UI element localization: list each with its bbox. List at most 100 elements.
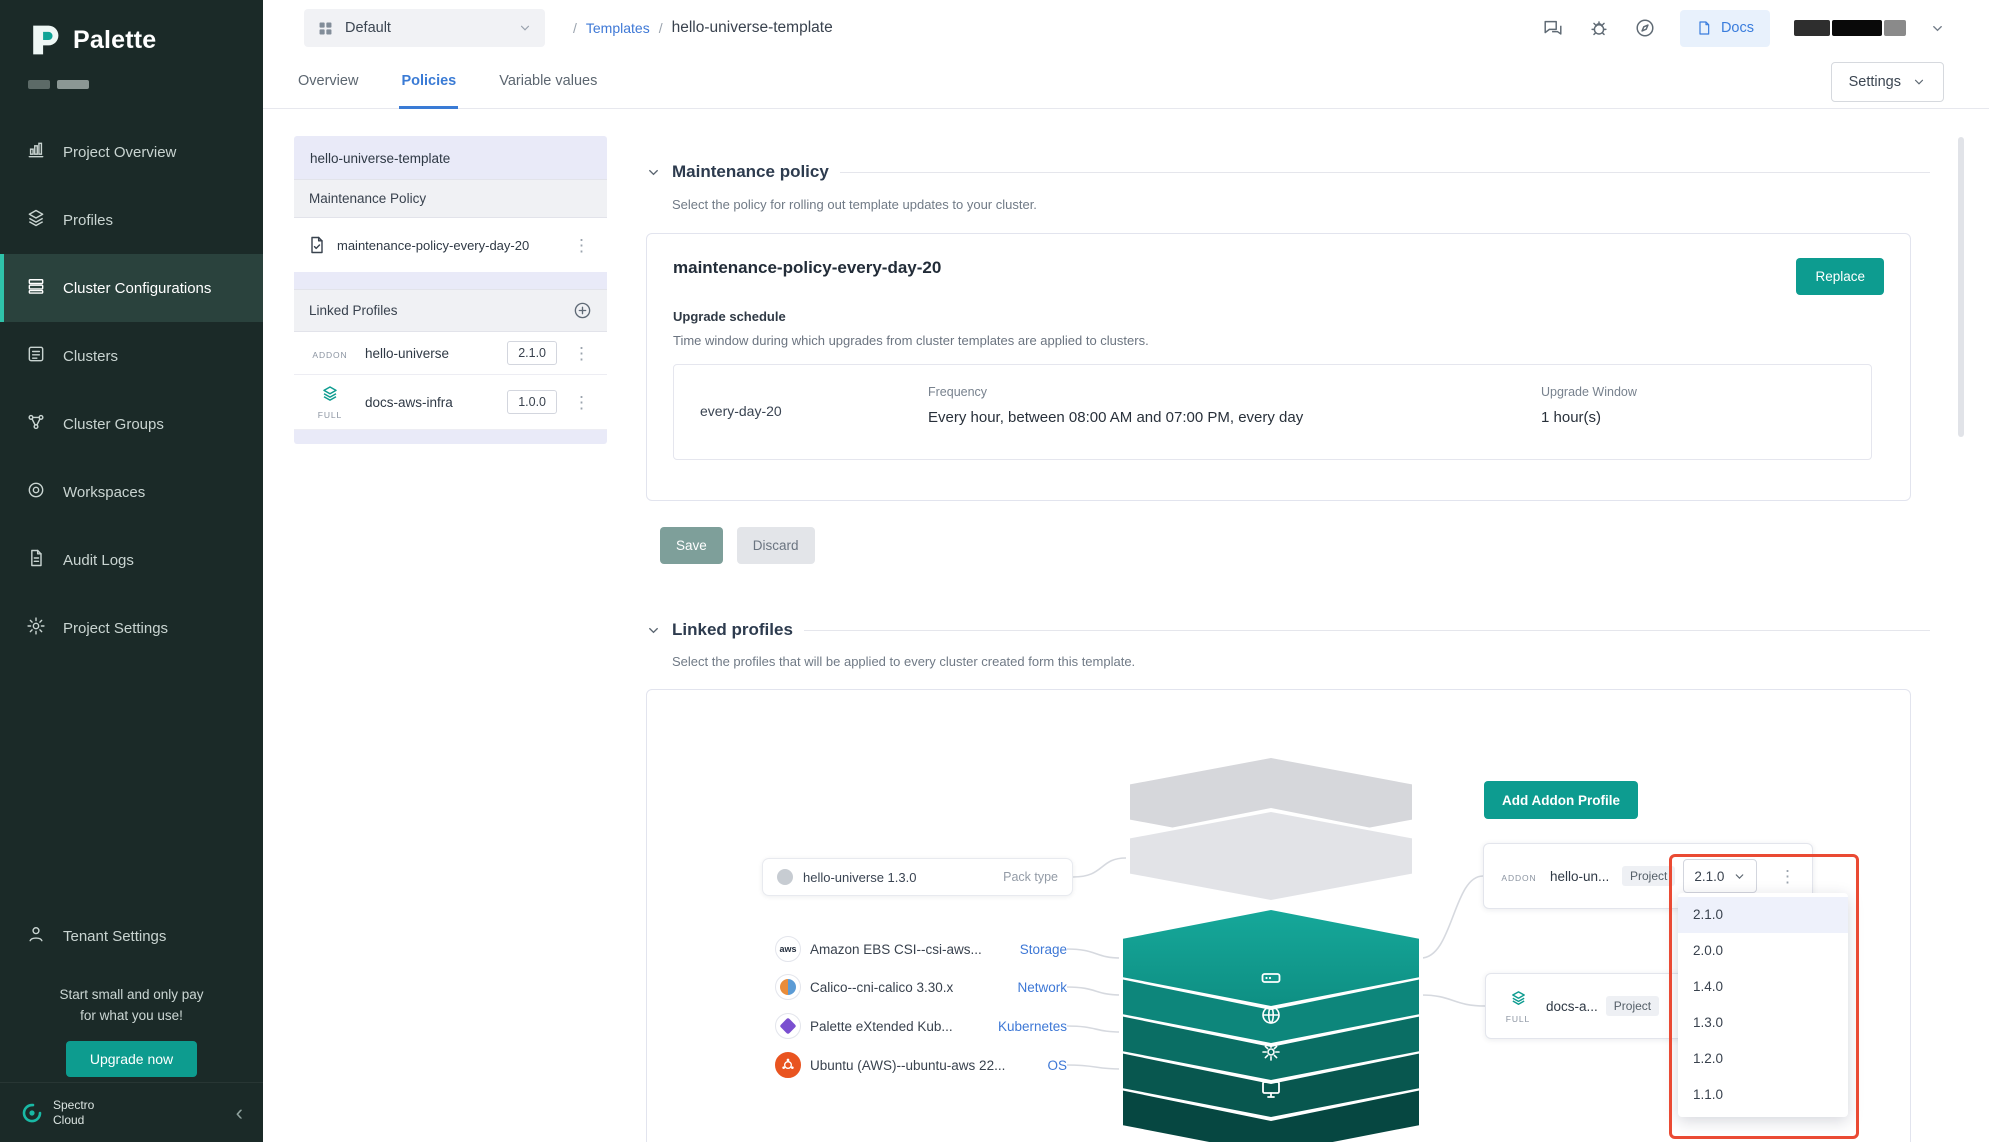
- pack-layer-link[interactable]: Network: [1017, 980, 1067, 995]
- compass-icon[interactable]: [1634, 17, 1656, 39]
- version-option[interactable]: 2.0.0: [1678, 933, 1848, 969]
- replace-button[interactable]: Replace: [1796, 258, 1884, 295]
- pack-name: Ubuntu (AWS)--ubuntu-aws 22...: [810, 1058, 1038, 1073]
- linked-profile-row-addon[interactable]: ADDON hello-universe 2.1.0 ⋮: [294, 332, 607, 375]
- top-bar: Default / Templates / hello-universe-tem…: [263, 0, 1989, 56]
- tab-overview[interactable]: Overview: [296, 56, 360, 109]
- chat-icon[interactable]: [1542, 17, 1564, 39]
- sidebar-item-cluster-configurations[interactable]: Cluster Configurations: [0, 254, 263, 322]
- sidebar-item-clusters[interactable]: Clusters: [0, 322, 263, 390]
- maintenance-policy-item-label: maintenance-policy-every-day-20: [337, 238, 529, 253]
- version-option[interactable]: 1.3.0: [1678, 1005, 1848, 1041]
- linked-profiles-card: hello-universe 1.3.0 Pack type aws Amazo…: [646, 689, 1911, 1142]
- monitor-icon: [1259, 1077, 1283, 1101]
- settings-button-label: Settings: [1849, 74, 1901, 90]
- profile-name: hello-universe: [365, 346, 495, 361]
- version-option[interactable]: 1.2.0: [1678, 1041, 1848, 1077]
- kubernetes-wheel-icon: [1259, 1040, 1283, 1064]
- docs-button-label: Docs: [1721, 20, 1754, 36]
- version-option[interactable]: 1.4.0: [1678, 969, 1848, 1005]
- aws-icon-label: aws: [779, 944, 796, 954]
- version-option[interactable]: 2.1.0: [1678, 897, 1848, 933]
- breadcrumb-link-templates[interactable]: Templates: [586, 20, 650, 36]
- sidebar-item-project-overview[interactable]: Project Overview: [0, 118, 263, 186]
- sidebar-item-label: Project Overview: [63, 144, 176, 161]
- sidebar-item-workspaces[interactable]: Workspaces: [0, 458, 263, 526]
- maintenance-section-header: Maintenance policy: [646, 162, 1930, 182]
- kebab-menu-icon[interactable]: ⋮: [569, 345, 594, 362]
- version-dropdown: 2.1.0 2.0.0 1.4.0 1.3.0 1.2.0 1.1.0: [1678, 893, 1848, 1117]
- linked-profile-row-full[interactable]: FULL docs-aws-infra 1.0.0 ⋮: [294, 375, 607, 430]
- version-chip[interactable]: 2.1.0: [507, 341, 557, 365]
- sidebar-footer: Spectro Cloud ‹: [0, 1082, 263, 1142]
- discard-button[interactable]: Discard: [737, 527, 815, 564]
- maintenance-policy-card: maintenance-policy-every-day-20 Replace …: [646, 233, 1911, 501]
- collapse-chevron-icon[interactable]: [646, 623, 661, 638]
- add-profile-plus-icon[interactable]: [573, 301, 592, 320]
- sidebar-nav: Project Overview Profiles Cluster Config…: [0, 118, 263, 662]
- docs-button[interactable]: Docs: [1680, 10, 1770, 47]
- breadcrumb-separator: /: [659, 20, 663, 36]
- scope-badge: Project: [1622, 866, 1675, 886]
- section-subtitle: Select the profiles that will be applied…: [672, 654, 1135, 669]
- globe-icon: [1259, 1003, 1283, 1027]
- panel-gap: [294, 272, 607, 289]
- chevron-down-icon: [1912, 75, 1926, 89]
- sidebar-item-cluster-groups[interactable]: Cluster Groups: [0, 390, 263, 458]
- kebab-menu-icon[interactable]: ⋮: [569, 237, 594, 254]
- save-button[interactable]: Save: [660, 527, 723, 564]
- upgrade-now-button[interactable]: Upgrade now: [66, 1041, 197, 1077]
- bug-icon[interactable]: [1588, 17, 1610, 39]
- pack-name: Amazon EBS CSI--csi-aws...: [810, 942, 1011, 957]
- pack-row-os[interactable]: Ubuntu (AWS)--ubuntu-aws 22... OS: [775, 1049, 1067, 1081]
- breadcrumb: / Templates / hello-universe-template: [573, 19, 833, 37]
- maintenance-policy-item[interactable]: maintenance-policy-every-day-20 ⋮: [294, 218, 607, 272]
- pack-row-network[interactable]: Calico--cni-calico 3.30.x Network: [775, 971, 1067, 1003]
- pack-layer-link[interactable]: OS: [1047, 1058, 1067, 1073]
- version-chip[interactable]: 1.0.0: [507, 390, 557, 414]
- add-addon-profile-button[interactable]: Add Addon Profile: [1484, 781, 1638, 819]
- full-profile-card[interactable]: FULL docs-a... Project: [1485, 973, 1690, 1039]
- pack-layer-link[interactable]: Storage: [1020, 942, 1067, 957]
- collapse-sidebar-icon[interactable]: ‹: [236, 1102, 243, 1124]
- scrollbar-thumb[interactable]: [1958, 137, 1964, 437]
- tab-policies[interactable]: Policies: [399, 56, 458, 109]
- sidebar-item-project-settings[interactable]: Project Settings: [0, 594, 263, 662]
- sidebar-item-tenant-settings[interactable]: Tenant Settings: [0, 903, 263, 969]
- redaction-block: [1884, 20, 1906, 36]
- badge-label: ADDON: [1496, 873, 1542, 883]
- collapse-chevron-icon[interactable]: [646, 165, 661, 180]
- calico-icon: [775, 974, 801, 1000]
- schedule-name-cell: every-day-20: [700, 403, 782, 419]
- kebab-menu-icon[interactable]: ⋮: [569, 394, 594, 411]
- project-selector-value: Default: [345, 20, 391, 36]
- group-header-label: Linked Profiles: [309, 303, 398, 318]
- upgrade-schedule-heading: Upgrade schedule: [673, 309, 1884, 324]
- settings-button[interactable]: Settings: [1831, 62, 1944, 102]
- pack-name: Calico--cni-calico 3.30.x: [810, 980, 1008, 995]
- tab-variable-values[interactable]: Variable values: [497, 56, 599, 109]
- person-icon: [26, 924, 46, 948]
- profile-name: docs-aws-infra: [365, 395, 495, 410]
- version-select[interactable]: 2.1.0: [1683, 859, 1757, 893]
- user-menu-chevron-icon[interactable]: [1930, 21, 1945, 36]
- layers-icon: [26, 208, 46, 232]
- addon-badge: ADDON: [1496, 870, 1542, 883]
- pack-row-kubernetes[interactable]: Palette eXtended Kub... Kubernetes: [775, 1010, 1067, 1042]
- teal-layers-icon: [321, 384, 339, 402]
- storage-drive-icon: [1259, 966, 1283, 990]
- project-selector[interactable]: Default: [304, 9, 545, 47]
- group-header-label: Maintenance Policy: [309, 191, 426, 206]
- sidebar-item-audit-logs[interactable]: Audit Logs: [0, 526, 263, 594]
- sidebar-item-label: Audit Logs: [63, 552, 134, 569]
- section-title: Linked profiles: [672, 620, 793, 640]
- frequency-column-header: Frequency: [928, 385, 987, 399]
- sidebar-item-profiles[interactable]: Profiles: [0, 186, 263, 254]
- pack-layer-link[interactable]: Kubernetes: [998, 1019, 1067, 1034]
- teal-layers-icon: [1510, 989, 1527, 1006]
- kebab-menu-icon[interactable]: ⋮: [1775, 868, 1800, 885]
- pack-row-storage[interactable]: aws Amazon EBS CSI--csi-aws... Storage: [775, 933, 1067, 965]
- profile-pill[interactable]: hello-universe 1.3.0 Pack type: [762, 858, 1073, 896]
- version-option[interactable]: 1.1.0: [1678, 1077, 1848, 1113]
- linked-profiles-section-header: Linked profiles: [646, 620, 1930, 640]
